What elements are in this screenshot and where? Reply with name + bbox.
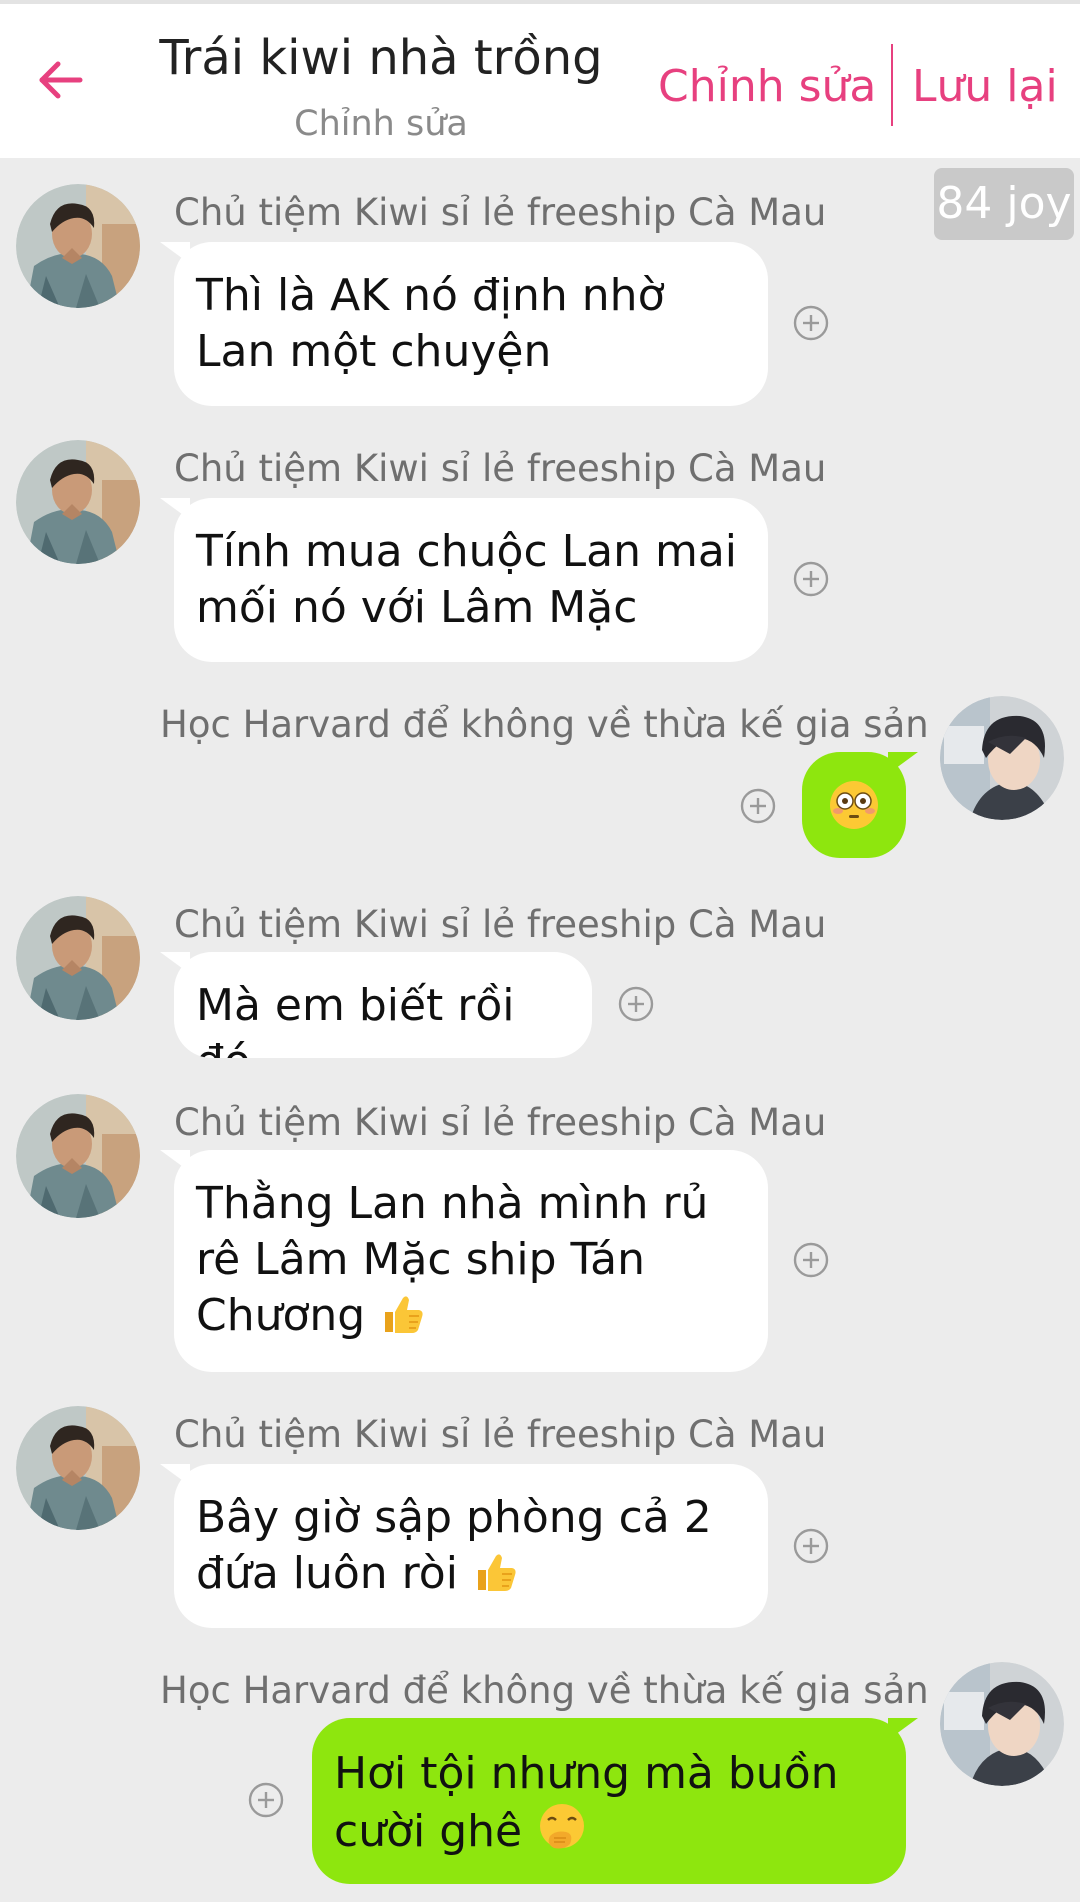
sender-name: Học Harvard để không về thừa kế gia sản: [160, 1669, 929, 1712]
sender-name: Chủ tiệm Kiwi sỉ lẻ freeship Cà Mau: [174, 903, 827, 946]
avatar[interactable]: [16, 1406, 140, 1530]
sender-name: Chủ tiệm Kiwi sỉ lẻ freeship Cà Mau: [174, 1413, 827, 1456]
thumbs-up-emoji-icon: [379, 1290, 427, 1338]
face-with-hand-over-mouth-emoji-icon: [536, 1802, 588, 1854]
message-text: Thằng Lan nhà mình rủ rê Lâm Mặc ship Tá…: [196, 1178, 709, 1341]
message-text: Mà em biết rồi đó: [196, 980, 515, 1058]
chat-header: Trái kiwi nhà trồng Chỉnh sửa Chỉnh sửa …: [0, 0, 1080, 158]
avatar[interactable]: [16, 440, 140, 564]
avatar[interactable]: [16, 896, 140, 1020]
watermark: 84 joy: [934, 168, 1074, 240]
message-text: Bây giờ sập phòng cả 2 đứa luôn ròi: [196, 1492, 712, 1599]
message-bubble[interactable]: Thằng Lan nhà mình rủ rê Lâm Mặc ship Tá…: [174, 1150, 768, 1372]
add-reaction-icon[interactable]: [248, 1782, 284, 1818]
add-reaction-icon[interactable]: [793, 1528, 829, 1564]
avatar[interactable]: [940, 1662, 1064, 1786]
page-subtitle: Chỉnh sửa: [294, 104, 468, 144]
message-bubble[interactable]: [802, 752, 906, 858]
sender-name: Chủ tiệm Kiwi sỉ lẻ freeship Cà Mau: [174, 191, 827, 234]
sender-name: Chủ tiệm Kiwi sỉ lẻ freeship Cà Mau: [174, 447, 827, 490]
add-reaction-icon[interactable]: [618, 986, 654, 1022]
avatar[interactable]: [16, 184, 140, 308]
message-bubble[interactable]: Bây giờ sập phòng cả 2 đứa luôn ròi: [174, 1464, 768, 1628]
message-bubble[interactable]: Hơi tội nhưng mà buồn cười ghê: [312, 1718, 906, 1884]
message-text: Thì là AK nó định nhờ Lan một chuyện: [196, 270, 665, 377]
header-divider: [891, 44, 893, 126]
page-title: Trái kiwi nhà trồng: [159, 30, 603, 86]
add-reaction-icon[interactable]: [793, 1242, 829, 1278]
flushed-face-emoji-icon: [828, 779, 880, 831]
message-bubble[interactable]: Tính mua chuộc Lan mai mối nó với Lâm Mặ…: [174, 498, 768, 662]
add-reaction-icon[interactable]: [740, 788, 776, 824]
message-text: Tính mua chuộc Lan mai mối nó với Lâm Mặ…: [196, 526, 738, 633]
edit-button[interactable]: Chỉnh sửa: [658, 60, 876, 114]
sender-name: Học Harvard để không về thừa kế gia sản: [160, 703, 929, 746]
add-reaction-icon[interactable]: [793, 561, 829, 597]
sender-name: Chủ tiệm Kiwi sỉ lẻ freeship Cà Mau: [174, 1101, 827, 1144]
message-bubble[interactable]: Mà em biết rồi đó: [174, 952, 592, 1058]
message-bubble[interactable]: Thì là AK nó định nhờ Lan một chuyện: [174, 242, 768, 406]
avatar[interactable]: [940, 696, 1064, 820]
thumbs-up-emoji-icon: [472, 1548, 520, 1596]
avatar[interactable]: [16, 1094, 140, 1218]
save-button[interactable]: Lưu lại: [912, 60, 1058, 114]
add-reaction-icon[interactable]: [793, 305, 829, 341]
